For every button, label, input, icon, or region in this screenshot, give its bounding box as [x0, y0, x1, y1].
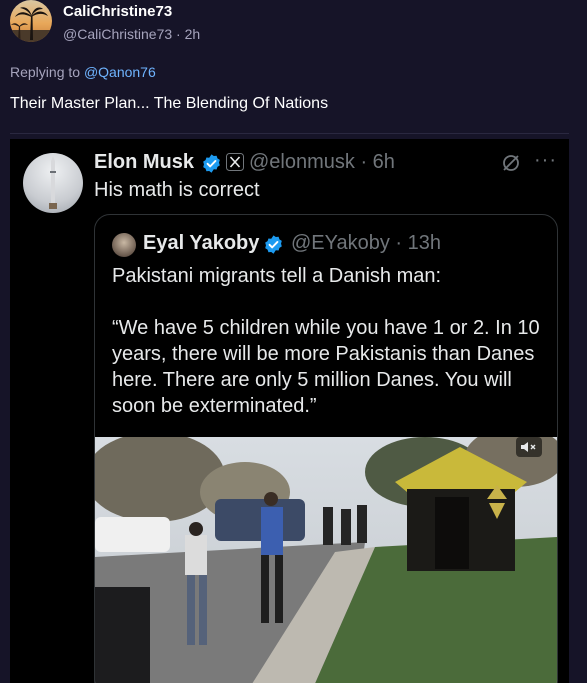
mute-icon[interactable] — [516, 437, 542, 457]
rocket-avatar-image — [49, 156, 57, 209]
quoted-tweet: Eyal Yakoby @EYakoby · 13h Pakistani mig… — [94, 214, 558, 683]
embedded-tweet-text: His math is correct — [94, 179, 260, 201]
embedded-tweet-image[interactable]: Elon Musk @elonmusk · 6h ··· His math is… — [10, 139, 569, 683]
verified-badge-icon — [203, 154, 220, 173]
quoted-handle-timestamp: @EYakoby · 13h — [291, 232, 442, 254]
more-icon: ··· — [534, 149, 557, 171]
embedded-handle-timestamp: @elonmusk · 6h — [249, 151, 395, 173]
palm-tree-avatar-image — [10, 7, 52, 42]
replying-prefix: Replying to — [10, 64, 84, 80]
quoted-tweet-text: Pakistani migrants tell a Danish man: “W… — [112, 265, 540, 417]
grok-icon — [503, 155, 519, 171]
replying-to: Replying to @Qanon76 — [10, 64, 156, 80]
street-scene-image — [95, 437, 557, 683]
embedded-author-name: Elon Musk — [94, 151, 195, 173]
embedded-avatar — [23, 153, 83, 213]
divider — [10, 133, 569, 134]
handle-timestamp: @CaliChristine73 · 2h — [63, 26, 201, 42]
video-thumbnail[interactable] — [95, 437, 557, 683]
x-logo-icon — [226, 153, 244, 171]
avatar[interactable] — [10, 0, 52, 42]
display-name[interactable]: CaliChristine73 — [63, 3, 172, 20]
post-text: Their Master Plan... The Blending Of Nat… — [10, 95, 329, 112]
quoted-author-name: Eyal Yakoby — [143, 232, 260, 254]
quoted-avatar — [112, 233, 136, 257]
verified-badge-icon — [265, 235, 282, 254]
replying-to-link[interactable]: @Qanon76 — [84, 64, 156, 80]
